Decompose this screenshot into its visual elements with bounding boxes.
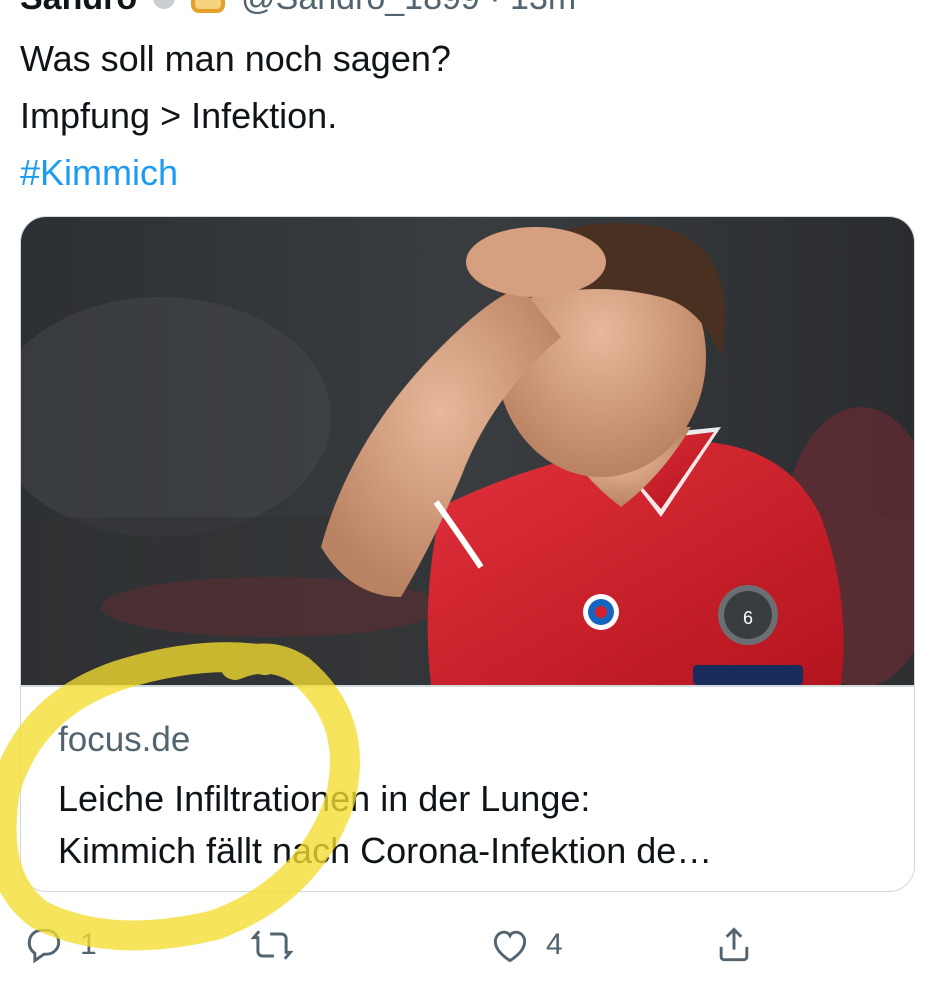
share-button[interactable] — [712, 910, 756, 980]
author-name[interactable]: Sandro — [20, 0, 137, 18]
like-button[interactable]: 4 — [488, 910, 563, 980]
link-preview-card[interactable]: 6 focus.de Leiche Infiltrationen in der … — [20, 216, 915, 892]
card-title[interactable]: Leiche Infiltrationen in der Lunge: Kimm… — [58, 773, 898, 877]
retweet-icon — [250, 930, 294, 960]
reply-count: 1 — [80, 928, 97, 961]
svg-text:6: 6 — [743, 608, 753, 628]
tweet-text-line-1: Was soll man noch sagen? — [20, 38, 451, 79]
heart-icon — [493, 930, 527, 963]
card-title-line-1: Leiche Infiltrationen in der Lunge: — [58, 778, 591, 819]
tweet-header: Sandro @Sandro_1899 · 13m — [20, 0, 576, 18]
tweet-text-line-2: Impfung > Infektion. — [20, 95, 338, 136]
calendar-emoji-icon — [191, 0, 226, 13]
reply-icon — [27, 928, 61, 964]
card-image[interactable]: 6 — [21, 217, 915, 685]
card-divider — [21, 685, 914, 687]
tweet-text: Was soll man noch sagen? Impfung > Infek… — [20, 30, 451, 201]
reply-button[interactable]: 1 — [22, 910, 97, 980]
share-icon — [719, 927, 749, 962]
card-title-line-2: Kimmich fällt nach Corona-Infektion de… — [58, 830, 713, 871]
retweet-button[interactable] — [250, 910, 308, 980]
pin-icon — [153, 0, 176, 9]
author-handle[interactable]: @Sandro_1899 · 13m — [241, 0, 576, 18]
tweet-actions: 1 4 — [0, 910, 938, 980]
like-count: 4 — [546, 928, 563, 961]
hashtag-link[interactable]: #Kimmich — [20, 144, 451, 201]
card-domain[interactable]: focus.de — [58, 720, 190, 760]
